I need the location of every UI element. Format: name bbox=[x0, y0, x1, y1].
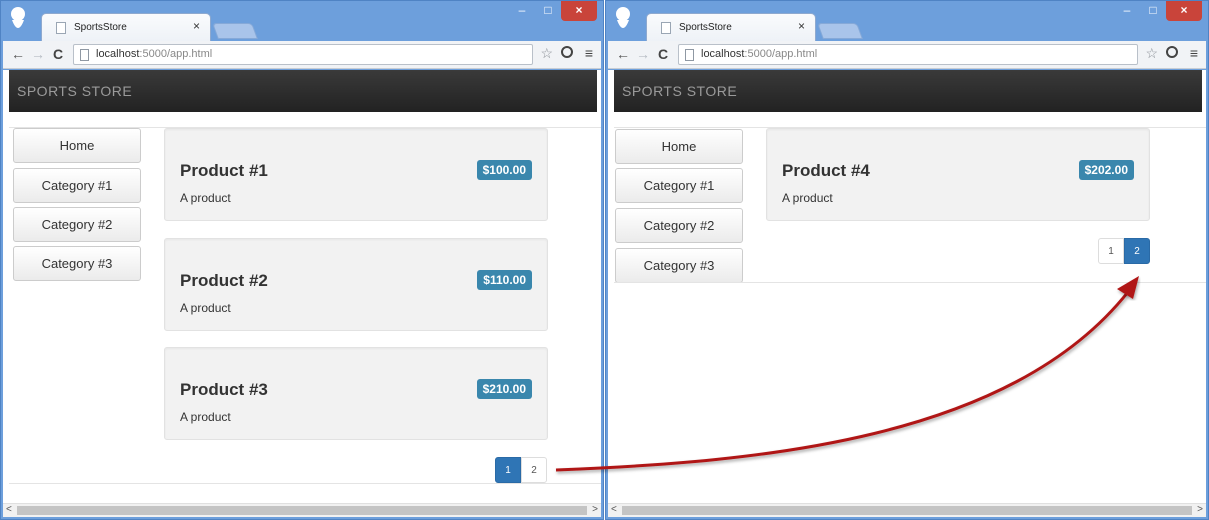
product-description: A product bbox=[180, 410, 231, 424]
divider bbox=[9, 483, 601, 484]
close-tab-icon[interactable]: × bbox=[798, 19, 805, 33]
brand[interactable]: SPORTS STORE bbox=[17, 83, 132, 99]
product-name: Product #4 bbox=[782, 161, 870, 180]
maximize-button[interactable]: □ bbox=[1140, 1, 1166, 21]
url-host: localhost bbox=[96, 48, 140, 60]
scroll-right-icon[interactable]: > bbox=[592, 504, 598, 515]
browser-toolbar: ← → C localhost:5000/app.html ☆ ≡ bbox=[3, 41, 601, 69]
price-badge: $110.00 bbox=[477, 270, 532, 290]
user-profile-icon[interactable] bbox=[9, 6, 27, 32]
category-button-1[interactable]: Category #1 bbox=[615, 168, 743, 203]
title-bar: SportsStore × – □ × bbox=[1, 1, 603, 41]
product-card: Product #3 A product $210.00 bbox=[164, 347, 548, 440]
pagination: 1 2 bbox=[1098, 238, 1150, 264]
back-icon[interactable]: ← bbox=[11, 46, 25, 62]
horizontal-scrollbar[interactable]: < > bbox=[3, 503, 601, 517]
brand[interactable]: SPORTS STORE bbox=[622, 83, 737, 99]
horizontal-scrollbar[interactable]: < > bbox=[608, 503, 1206, 517]
category-button-home[interactable]: Home bbox=[615, 129, 743, 164]
scrollbar-thumb[interactable] bbox=[622, 506, 1192, 515]
page-icon bbox=[685, 49, 694, 61]
scroll-left-icon[interactable]: < bbox=[6, 504, 12, 515]
browser-window-right: SportsStore × – □ × ← → C localhost:5000… bbox=[605, 0, 1209, 520]
browser-tab[interactable]: SportsStore × bbox=[646, 13, 816, 41]
navbar: SPORTS STORE bbox=[614, 70, 1202, 112]
minimize-button[interactable]: – bbox=[509, 1, 535, 21]
url-text: localhost:5000/app.html bbox=[96, 48, 212, 60]
user-profile-icon[interactable] bbox=[614, 6, 632, 32]
product-name: Product #2 bbox=[180, 271, 268, 290]
menu-icon[interactable]: ≡ bbox=[1190, 45, 1198, 61]
navbar: SPORTS STORE bbox=[9, 70, 597, 112]
close-window-button[interactable]: × bbox=[1166, 1, 1202, 21]
scroll-left-icon[interactable]: < bbox=[611, 504, 617, 515]
product-card: Product #1 A product $100.00 bbox=[164, 128, 548, 221]
maximize-button[interactable]: □ bbox=[535, 1, 561, 21]
close-window-button[interactable]: × bbox=[561, 1, 597, 21]
forward-icon[interactable]: → bbox=[636, 46, 650, 62]
tab-title: SportsStore bbox=[679, 22, 732, 33]
url-text: localhost:5000/app.html bbox=[701, 48, 817, 60]
back-icon[interactable]: ← bbox=[616, 46, 630, 62]
product-description: A product bbox=[180, 191, 231, 205]
category-button-3[interactable]: Category #3 bbox=[615, 248, 743, 283]
reload-icon[interactable]: C bbox=[53, 46, 63, 62]
category-button-2[interactable]: Category #2 bbox=[615, 208, 743, 243]
category-button-3[interactable]: Category #3 bbox=[13, 246, 141, 281]
page-button-2[interactable]: 2 bbox=[1124, 238, 1150, 264]
page-viewport: SPORTS STORE Home Category #1 Category #… bbox=[3, 70, 601, 517]
price-badge: $202.00 bbox=[1078, 160, 1134, 180]
extension-icon[interactable] bbox=[1166, 46, 1178, 58]
product-card: Product #4 A product $202.00 bbox=[766, 128, 1150, 221]
page-button-1[interactable]: 1 bbox=[1098, 238, 1124, 264]
reload-icon[interactable]: C bbox=[658, 46, 668, 62]
page-icon bbox=[80, 49, 89, 61]
address-bar[interactable]: localhost:5000/app.html bbox=[73, 44, 533, 65]
url-host: localhost bbox=[701, 48, 745, 60]
scroll-right-icon[interactable]: > bbox=[1197, 504, 1203, 515]
browser-window-left: SportsStore × – □ × ← → C localhost:5000… bbox=[0, 0, 604, 520]
product-name: Product #1 bbox=[180, 161, 268, 180]
bookmark-star-icon[interactable]: ☆ bbox=[1145, 45, 1158, 62]
extension-icon[interactable] bbox=[561, 46, 573, 58]
product-name: Product #3 bbox=[180, 380, 268, 399]
pagination: 1 2 bbox=[495, 457, 547, 483]
product-card: Product #2 A product $110.00 bbox=[164, 238, 548, 331]
menu-icon[interactable]: ≡ bbox=[585, 45, 593, 61]
product-description: A product bbox=[180, 301, 231, 315]
forward-icon[interactable]: → bbox=[31, 46, 45, 62]
tab-title: SportsStore bbox=[74, 22, 127, 33]
scrollbar-thumb[interactable] bbox=[17, 506, 587, 515]
minimize-button[interactable]: – bbox=[1114, 1, 1140, 21]
window-controls: – □ × bbox=[509, 1, 597, 23]
price-badge: $100.00 bbox=[476, 160, 532, 180]
new-tab-button[interactable] bbox=[817, 23, 863, 39]
address-bar[interactable]: localhost:5000/app.html bbox=[678, 44, 1138, 65]
divider bbox=[614, 282, 1206, 283]
title-bar: SportsStore × – □ × bbox=[606, 1, 1208, 41]
product-description: A product bbox=[782, 191, 833, 205]
bookmark-star-icon[interactable]: ☆ bbox=[540, 45, 553, 62]
browser-tab[interactable]: SportsStore × bbox=[41, 13, 211, 41]
page-button-1[interactable]: 1 bbox=[495, 457, 521, 483]
browser-toolbar: ← → C localhost:5000/app.html ☆ ≡ bbox=[608, 41, 1206, 69]
category-button-home[interactable]: Home bbox=[13, 128, 141, 163]
price-badge: $210.00 bbox=[476, 379, 532, 399]
category-button-1[interactable]: Category #1 bbox=[13, 168, 141, 203]
page-viewport: SPORTS STORE Home Category #1 Category #… bbox=[608, 70, 1206, 517]
close-tab-icon[interactable]: × bbox=[193, 19, 200, 33]
url-path: :5000/app.html bbox=[744, 48, 818, 60]
new-tab-button[interactable] bbox=[212, 23, 258, 39]
url-path: :5000/app.html bbox=[139, 48, 213, 60]
category-button-2[interactable]: Category #2 bbox=[13, 207, 141, 242]
page-icon bbox=[56, 22, 66, 34]
page-button-2[interactable]: 2 bbox=[521, 457, 547, 483]
page-icon bbox=[661, 22, 671, 34]
window-controls: – □ × bbox=[1114, 1, 1202, 23]
